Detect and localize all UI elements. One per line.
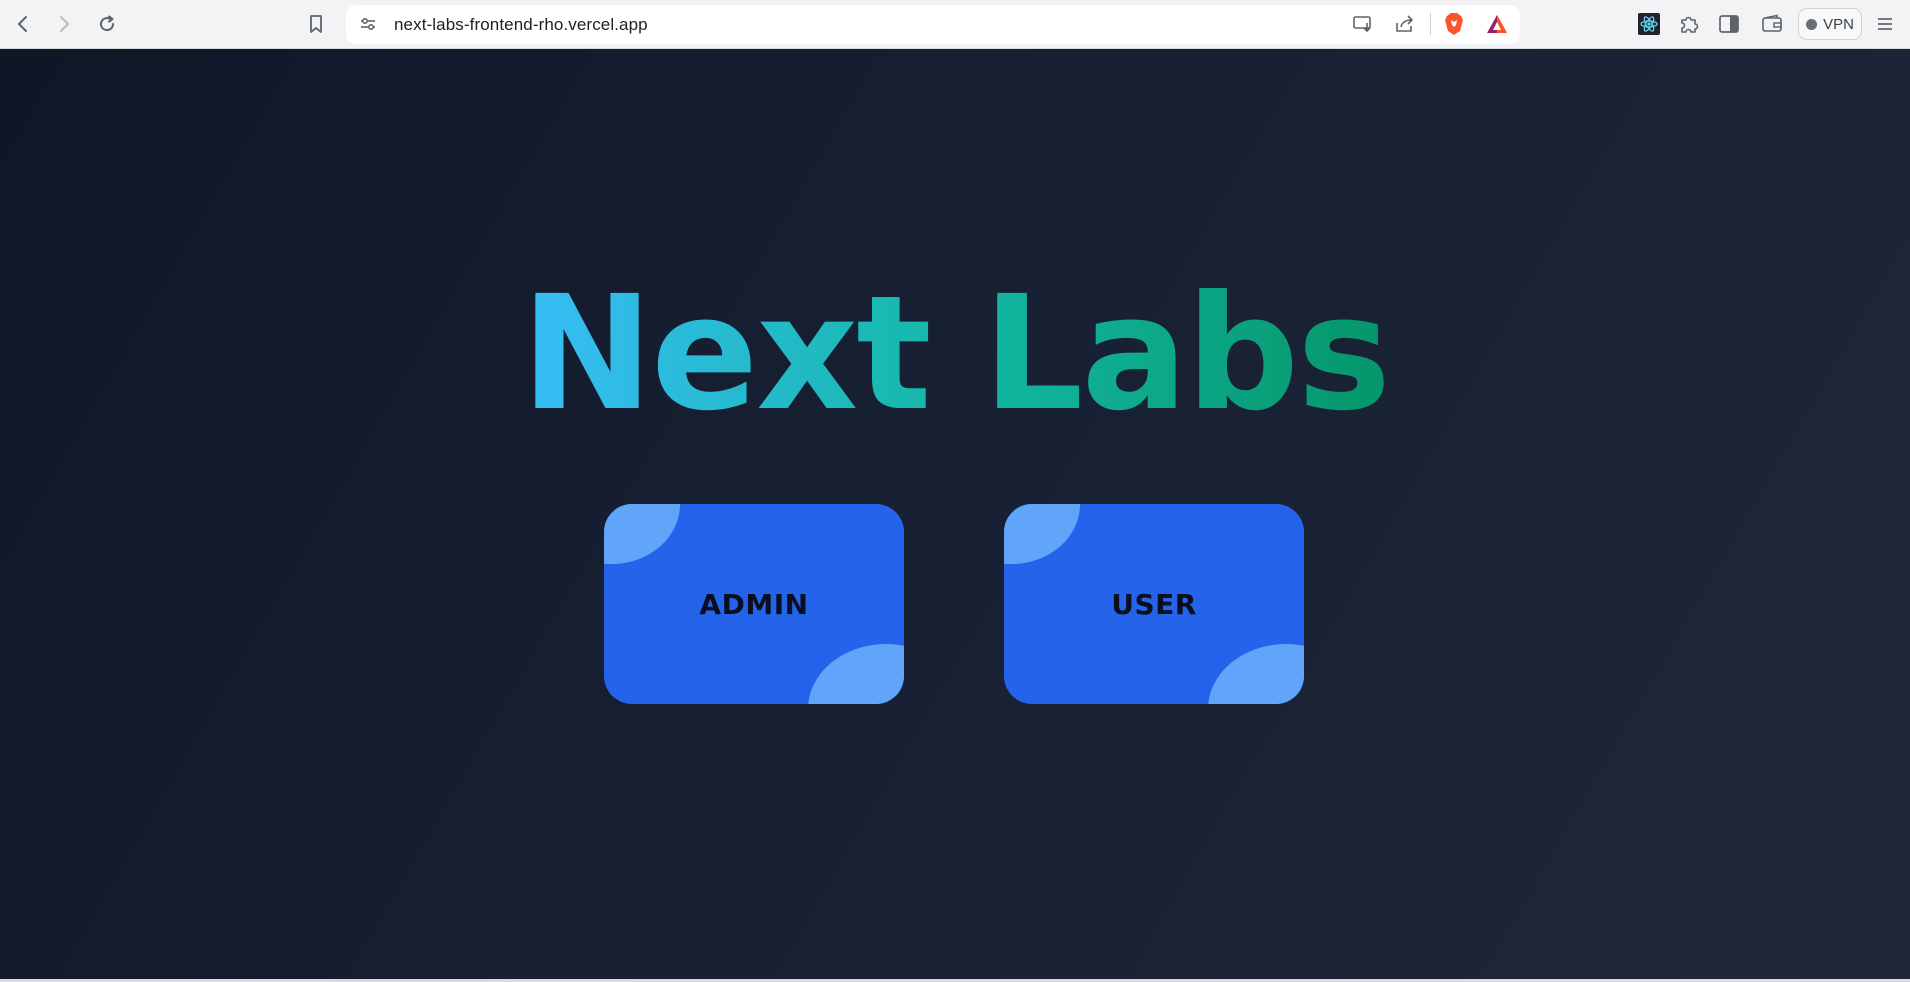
- bookmark-icon: [310, 15, 322, 33]
- wallet-icon: [1762, 14, 1782, 32]
- install-app-button[interactable]: [1350, 11, 1376, 37]
- card-decoration-top-left: [604, 504, 680, 564]
- sidebar-button[interactable]: [1716, 11, 1742, 37]
- user-card-button[interactable]: USER: [1004, 504, 1304, 704]
- share-icon: [1396, 15, 1413, 32]
- wallet-button[interactable]: [1759, 11, 1785, 37]
- back-button[interactable]: [9, 10, 37, 38]
- page-title: Next Labs: [0, 275, 1910, 433]
- chevron-right-icon: [60, 16, 69, 32]
- address-bar[interactable]: next-labs-frontend-rho.vercel.app: [346, 5, 1520, 44]
- admin-card-button[interactable]: ADMIN: [604, 504, 904, 704]
- site-settings-icon: [361, 18, 375, 31]
- page-title-text: Next Labs: [520, 262, 1391, 446]
- vpn-label: VPN: [1823, 15, 1854, 33]
- install-app-icon: [1353, 16, 1371, 33]
- extensions-button[interactable]: [1676, 11, 1702, 37]
- page-content: Next Labs ADMIN USER: [0, 49, 1910, 982]
- hamburger-menu-icon: [1878, 18, 1892, 30]
- share-button[interactable]: [1392, 11, 1418, 37]
- sidebar-icon: [1719, 15, 1739, 33]
- user-card-label: USER: [1111, 587, 1197, 621]
- card-decoration-top-left: [1004, 504, 1080, 564]
- main-menu-button[interactable]: [1872, 11, 1898, 37]
- brave-shields-button[interactable]: [1441, 11, 1467, 37]
- vpn-button[interactable]: VPN: [1798, 8, 1862, 40]
- url-text[interactable]: next-labs-frontend-rho.vercel.app: [394, 15, 648, 35]
- reload-icon: [100, 15, 115, 32]
- chevron-left-icon: [18, 16, 27, 32]
- react-devtools-button[interactable]: [1636, 11, 1662, 37]
- browser-toolbar: next-labs-frontend-rho.vercel.app VPN: [0, 0, 1910, 49]
- reload-button[interactable]: [93, 10, 121, 38]
- card-decoration-bottom-right: [808, 644, 904, 704]
- bookmark-button[interactable]: [302, 10, 330, 38]
- puzzle-icon: [1681, 16, 1699, 33]
- card-decoration-bottom-right: [1208, 644, 1304, 704]
- brave-shield-icon: [1445, 13, 1463, 35]
- react-icon: [1638, 13, 1660, 35]
- site-settings-button[interactable]: [358, 14, 378, 38]
- brave-rewards-button[interactable]: [1484, 11, 1510, 37]
- brave-rewards-icon: [1487, 15, 1507, 33]
- vpn-status-icon: [1806, 18, 1818, 30]
- forward-button[interactable]: [50, 10, 78, 38]
- admin-card-label: ADMIN: [699, 587, 809, 621]
- toolbar-divider: [1430, 13, 1431, 35]
